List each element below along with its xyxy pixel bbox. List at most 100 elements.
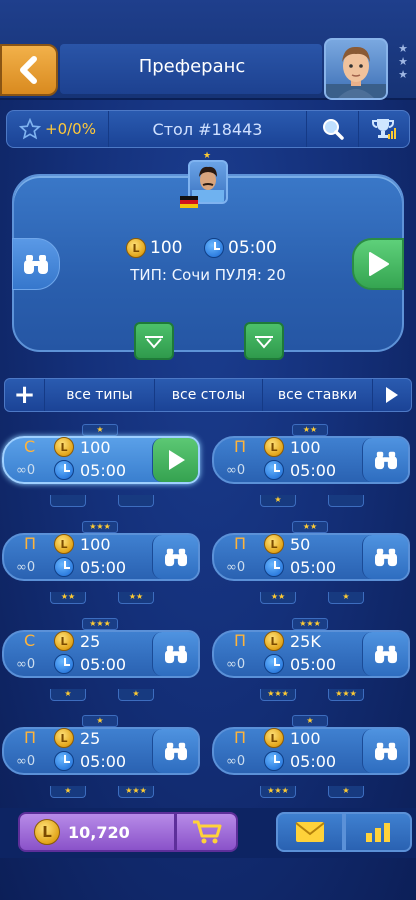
table-stake-value: 100 bbox=[80, 534, 111, 554]
rating-display: +0/0% bbox=[7, 111, 109, 147]
table-type: С bbox=[24, 631, 36, 650]
spectator-icon: ∞ bbox=[16, 657, 27, 672]
table-stake-value: 100 bbox=[290, 728, 321, 748]
table-rank-stars: ★ bbox=[292, 715, 328, 727]
coin-icon: L bbox=[264, 534, 284, 554]
spectate-button[interactable] bbox=[362, 438, 408, 482]
coin-icon: L bbox=[34, 819, 60, 845]
search-button[interactable] bbox=[307, 111, 359, 147]
seat-right-stars: ★ bbox=[328, 786, 364, 798]
avatar-rank-stars: ★ ★ ★ bbox=[398, 42, 408, 81]
table-card[interactable]: ★★ П L 100 ∞0 05:00 bbox=[212, 424, 410, 484]
back-button[interactable] bbox=[0, 44, 58, 96]
table-time: 05:00 bbox=[54, 460, 126, 480]
table-rank-stars: ★★ bbox=[292, 424, 328, 436]
join-table-button[interactable] bbox=[152, 438, 198, 482]
info-bar: +0/0% Стол #18443 bbox=[6, 110, 410, 148]
spectate-button[interactable] bbox=[152, 729, 198, 773]
table-card[interactable]: ★ С L 100 ∞0 05:00 bbox=[2, 424, 200, 484]
coin-icon: L bbox=[54, 437, 74, 457]
table-time: 05:00 bbox=[264, 751, 336, 771]
table-rank-stars: ★ bbox=[82, 715, 118, 727]
spectator-icon: ∞ bbox=[16, 754, 27, 769]
shop-button[interactable] bbox=[176, 812, 238, 852]
spectate-button[interactable] bbox=[362, 632, 408, 676]
balance-button[interactable]: L 10,720 bbox=[18, 812, 176, 852]
binoculars-icon bbox=[164, 742, 187, 761]
expand-right-button[interactable] bbox=[244, 322, 284, 360]
table-time: 05:00 bbox=[54, 654, 126, 674]
seat-left-stars: ★★ bbox=[50, 592, 86, 604]
table-stake-value: 25 bbox=[80, 631, 101, 651]
mail-button[interactable] bbox=[276, 812, 344, 852]
table-type: П bbox=[234, 631, 247, 650]
table-stake-value: 25K bbox=[290, 631, 321, 651]
table-time: 05:00 bbox=[264, 654, 336, 674]
clock-icon bbox=[54, 751, 74, 771]
stats-button[interactable] bbox=[344, 812, 412, 852]
spectator-count-value: 0 bbox=[26, 560, 36, 575]
filter-tables[interactable]: все столы bbox=[155, 379, 263, 411]
seat-left-stars: ★ bbox=[50, 786, 86, 798]
table-time-value: 05:00 bbox=[290, 654, 337, 674]
add-table-button[interactable]: + bbox=[5, 379, 45, 411]
coin-icon: L bbox=[264, 728, 284, 748]
table-rank-stars: ★ bbox=[82, 424, 118, 436]
coin-icon: L bbox=[126, 238, 146, 258]
spectator-count-value: 0 bbox=[26, 657, 36, 672]
player-face-icon bbox=[326, 46, 386, 98]
leaderboard-button[interactable] bbox=[359, 111, 409, 147]
table-card[interactable]: ★★★ П L 100 ∞0 05:00 bbox=[2, 521, 200, 581]
table-rank-stars: ★★★ bbox=[292, 618, 328, 630]
spectate-button[interactable] bbox=[152, 535, 198, 579]
seat-left-stars: ★ bbox=[50, 689, 86, 701]
trophy-icon bbox=[372, 119, 396, 139]
spectator-icon: ∞ bbox=[226, 463, 237, 478]
table-stake: L 100 bbox=[54, 534, 111, 554]
filter-next-button[interactable] bbox=[373, 379, 411, 411]
table-time-value: 05:00 bbox=[290, 557, 337, 577]
spectate-button[interactable] bbox=[362, 729, 408, 773]
table-type: С bbox=[24, 437, 36, 456]
seat-right-stars: ★★ bbox=[118, 592, 154, 604]
table-card[interactable]: ★ П L 100 ∞0 05:00 bbox=[212, 715, 410, 775]
spectator-count-value: 0 bbox=[236, 463, 246, 478]
table-card[interactable]: ★★★ С L 25 ∞0 05:00 bbox=[2, 618, 200, 678]
page-title: Преферанс bbox=[138, 56, 246, 77]
filter-bar: + все типы все столы все ставки bbox=[4, 378, 412, 412]
magnifier-icon bbox=[322, 119, 344, 140]
table-card[interactable]: ★★ П L 50 ∞0 05:00 bbox=[212, 521, 410, 581]
spectator-count: ∞0 bbox=[226, 560, 245, 575]
filter-stakes[interactable]: все ставки bbox=[263, 379, 373, 411]
spectator-count: ∞0 bbox=[16, 463, 35, 478]
mail-icon bbox=[295, 822, 325, 842]
expand-left-button[interactable] bbox=[134, 322, 174, 360]
table-stake-value: 100 bbox=[80, 437, 111, 457]
binoculars-icon bbox=[164, 548, 187, 567]
table-type: П bbox=[24, 534, 37, 553]
star-outline-icon bbox=[19, 118, 42, 140]
spectator-icon: ∞ bbox=[226, 560, 237, 575]
table-card[interactable]: ★ П L 25 ∞0 05:00 bbox=[2, 715, 200, 775]
seat-right-stars: ★★★ bbox=[328, 689, 364, 701]
rating-value: +0/0% bbox=[45, 120, 96, 138]
avatar[interactable] bbox=[324, 38, 388, 100]
table-time-value: 05:00 bbox=[80, 751, 127, 771]
coin-icon: L bbox=[264, 631, 284, 651]
spectate-button[interactable] bbox=[152, 632, 198, 676]
spectate-button[interactable] bbox=[362, 535, 408, 579]
seat-left-stars: ★★★ bbox=[260, 786, 296, 798]
clock-icon bbox=[54, 460, 74, 480]
balance-value: 10,720 bbox=[68, 822, 130, 842]
seat-left-stars: ★★★ bbox=[260, 689, 296, 701]
filter-types[interactable]: все типы bbox=[45, 379, 155, 411]
seat-left-stars: ★★ bbox=[260, 592, 296, 604]
spectator-count-value: 0 bbox=[26, 754, 36, 769]
table-card[interactable]: ★★★ П L 25K ∞0 05:00 bbox=[212, 618, 410, 678]
table-type: П bbox=[234, 728, 247, 747]
clock-icon bbox=[264, 751, 284, 771]
spectator-count-value: 0 bbox=[26, 463, 36, 478]
clock-icon bbox=[264, 460, 284, 480]
spectator-icon: ∞ bbox=[226, 657, 237, 672]
binoculars-icon bbox=[374, 645, 397, 664]
